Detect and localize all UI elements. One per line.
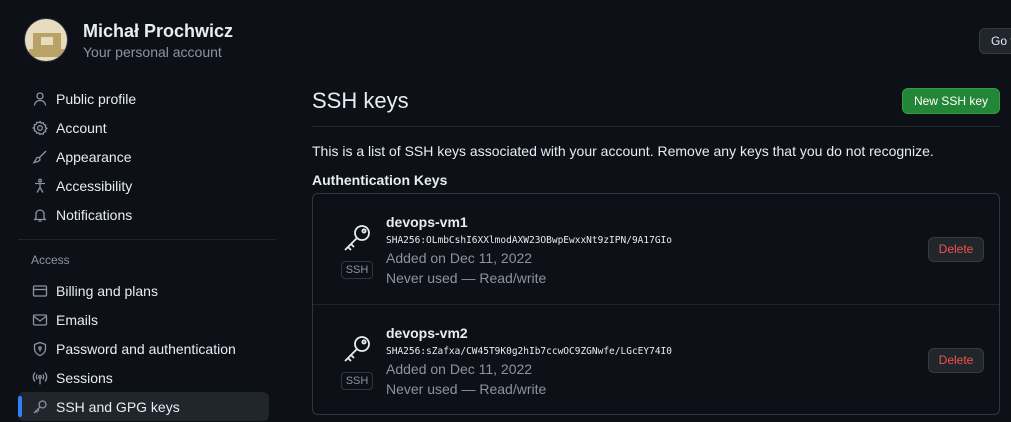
ssh-keys-panel: SSH keys New SSH key This is a list of S… [312, 84, 1000, 415]
key-icon [32, 399, 48, 415]
delete-key-button[interactable]: Delete [928, 348, 984, 373]
sidebar-item-label: Public profile [56, 90, 137, 107]
key-title: devops-vm1 [386, 214, 468, 230]
key-type-badge: SSH [340, 261, 374, 279]
sidebar-item-label: Sessions [56, 369, 113, 386]
sidebar-item-label: Emails [56, 311, 99, 328]
avatar[interactable] [24, 18, 68, 62]
sidebar-item-accessibility[interactable]: Accessibility [18, 171, 269, 200]
sidebar-item-notifications[interactable]: Notifications [18, 200, 269, 229]
sidebar-item-label: Account [56, 119, 107, 136]
key-type-badge: SSH [340, 372, 374, 390]
key-title: devops-vm2 [386, 325, 468, 341]
list-item: SSH devops-vm2 SHA256:sZafxa/CW45T9K0g2h… [313, 304, 999, 414]
new-ssh-key-button[interactable]: New SSH key [901, 88, 1000, 114]
account-header: Michał Prochwicz Your personal account [24, 18, 233, 62]
key-fingerprint: SHA256:OLmbCshI6XXlmodAXW23OBwpEwxxNt9zI… [386, 235, 672, 246]
mail-icon [32, 312, 48, 328]
title-divider [312, 126, 1000, 127]
bell-icon [32, 207, 48, 223]
sidebar-item-label: Accessibility [56, 177, 133, 194]
sidebar-item-billing[interactable]: Billing and plans [18, 276, 269, 305]
sidebar-divider [18, 239, 276, 240]
delete-key-button[interactable]: Delete [928, 237, 984, 262]
page-title: SSH keys [312, 88, 409, 113]
key-added-date: Added on Dec 11, 2022 [386, 361, 533, 377]
sidebar-item-password[interactable]: Password and authentication [18, 334, 269, 363]
sidebar-item-account[interactable]: Account [18, 113, 269, 142]
list-item: SSH devops-vm1 SHA256:OLmbCshI6XXlmodAXW… [313, 194, 999, 304]
sidebar-heading-access: Access [31, 253, 70, 267]
settings-sidebar: Public profile Account Appearance Access… [18, 84, 276, 421]
credit-card-icon [32, 283, 48, 299]
key-added-date: Added on Dec 11, 2022 [386, 250, 533, 266]
sidebar-item-label: Appearance [56, 148, 132, 165]
profile-name[interactable]: Michał Prochwicz [83, 20, 233, 42]
section-heading: Authentication Keys [312, 172, 448, 188]
shield-lock-icon [32, 341, 48, 357]
key-icon [341, 222, 373, 259]
go-to-profile-button[interactable]: Go t [979, 28, 1011, 54]
key-icon [341, 333, 373, 370]
sidebar-item-label: Billing and plans [56, 282, 158, 299]
key-fingerprint: SHA256:sZafxa/CW45T9K0g2hIb7ccwOC9ZGNwfe… [386, 346, 672, 357]
keys-list: SSH devops-vm1 SHA256:OLmbCshI6XXlmodAXW… [312, 193, 1000, 415]
sidebar-item-emails[interactable]: Emails [18, 305, 269, 334]
gear-icon [32, 120, 48, 136]
page-description: This is a list of SSH keys associated wi… [312, 143, 934, 159]
sidebar-item-label: Notifications [56, 206, 133, 223]
profile-subtitle: Your personal account [83, 43, 222, 60]
sidebar-item-ssh-gpg-keys[interactable]: SSH and GPG keys [18, 392, 269, 421]
sidebar-item-appearance[interactable]: Appearance [18, 142, 269, 171]
key-usage: Never used — Read/write [386, 381, 547, 397]
key-usage: Never used — Read/write [386, 270, 547, 286]
person-icon [32, 91, 48, 107]
sidebar-item-label: SSH and GPG keys [56, 398, 180, 415]
sidebar-item-label: Password and authentication [56, 340, 236, 357]
broadcast-icon [32, 370, 48, 386]
accessibility-icon [32, 178, 48, 194]
sidebar-item-public-profile[interactable]: Public profile [18, 84, 269, 113]
sidebar-item-sessions[interactable]: Sessions [18, 363, 269, 392]
paintbrush-icon [32, 149, 48, 165]
